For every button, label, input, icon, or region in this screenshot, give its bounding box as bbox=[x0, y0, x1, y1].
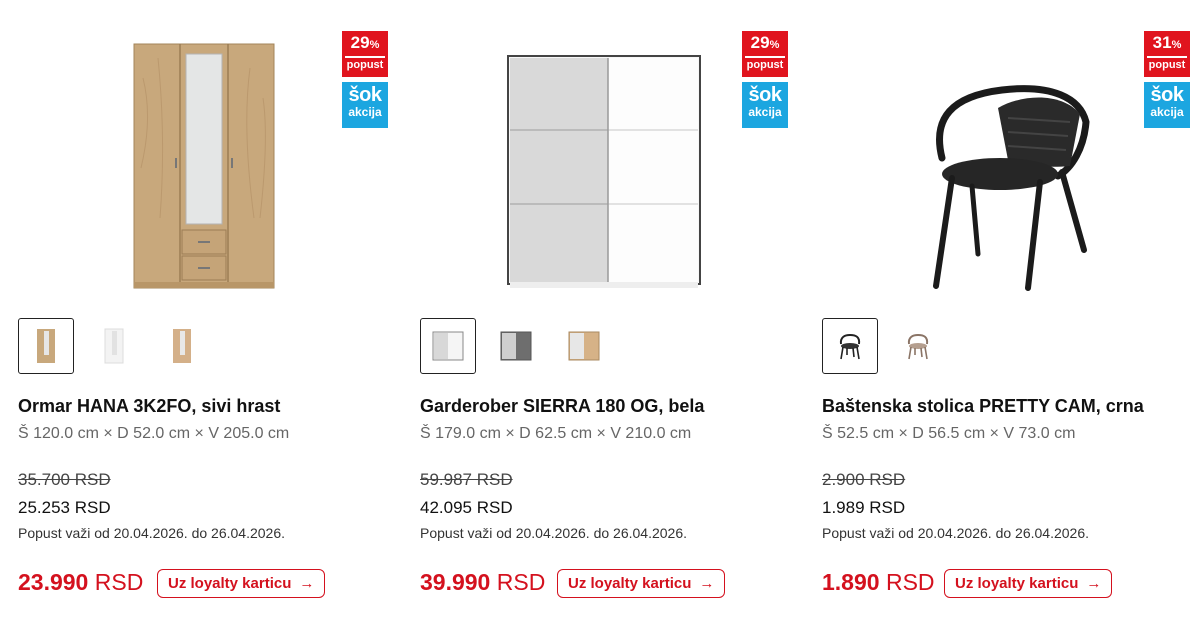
product-title[interactable]: Garderober SIERRA 180 OG, bela bbox=[420, 396, 704, 417]
sok-label: šok bbox=[748, 84, 782, 106]
loyalty-currency: RSD bbox=[94, 569, 144, 595]
garden-chair-icon bbox=[933, 85, 1090, 291]
discount-badge: 29% popust bbox=[742, 31, 788, 77]
loyalty-card-button[interactable]: Uz loyalty karticu → bbox=[944, 569, 1113, 598]
loyalty-currency: RSD bbox=[885, 569, 935, 595]
arrow-right-icon: → bbox=[299, 575, 315, 592]
loyalty-button-label: Uz loyalty karticu bbox=[955, 575, 1079, 592]
loyalty-currency: RSD bbox=[496, 569, 546, 595]
discount-label: popust bbox=[346, 59, 384, 71]
discount-percent: 29 bbox=[750, 33, 770, 52]
loyalty-price: 39.990 RSD bbox=[420, 569, 545, 596]
variant-thumb[interactable] bbox=[154, 318, 210, 374]
wardrobe-icon bbox=[133, 43, 275, 289]
product-card: 31% popust šok akcija Baštenska stolica … bbox=[822, 0, 1197, 617]
variant-thumb[interactable] bbox=[86, 318, 142, 374]
loyalty-card-button[interactable]: Uz loyalty karticu → bbox=[157, 569, 326, 598]
arrow-right-icon: → bbox=[699, 575, 715, 592]
discount-badge: 29% popust bbox=[342, 31, 388, 77]
variant-thumb[interactable] bbox=[822, 318, 878, 374]
discount-label: popust bbox=[746, 59, 784, 71]
old-price: 59.987 RSD bbox=[420, 470, 513, 489]
sok-label: šok bbox=[348, 84, 382, 106]
old-price: 35.700 RSD bbox=[18, 470, 111, 489]
old-price: 2.900 RSD bbox=[822, 470, 906, 489]
percent-sign: % bbox=[769, 39, 780, 51]
variant-thumb[interactable] bbox=[556, 318, 612, 374]
wardrobe-white-icon bbox=[104, 328, 124, 364]
percent-sign: % bbox=[1171, 39, 1182, 51]
product-image-link[interactable]: 29% popust šok akcija bbox=[420, 18, 795, 298]
akcija-label: akcija bbox=[1150, 105, 1184, 119]
product-card: 29% popust šok akcija Garderober SIERRA … bbox=[420, 0, 795, 617]
variant-thumb[interactable] bbox=[890, 318, 946, 374]
discount-label: popust bbox=[1148, 59, 1186, 71]
product-grid: 29% popust šok akcija Ormar HANA 3K2FO, … bbox=[0, 0, 1200, 617]
product-image-link[interactable]: 31% popust šok akcija bbox=[822, 18, 1197, 298]
akcija-label: akcija bbox=[748, 105, 782, 119]
loyalty-price: 1.890 RSD bbox=[822, 569, 935, 596]
discount-validity: Popust važi od 20.04.2026. do 26.04.2026… bbox=[420, 525, 687, 541]
sok-label: šok bbox=[1150, 84, 1184, 106]
current-price: 25.253 RSD bbox=[18, 498, 111, 517]
variant-thumb[interactable] bbox=[18, 318, 74, 374]
discount-percent: 31 bbox=[1152, 33, 1172, 52]
loyalty-price: 23.990 RSD bbox=[18, 569, 143, 596]
variant-thumb[interactable] bbox=[488, 318, 544, 374]
wardrobe-oak-white-icon bbox=[568, 331, 600, 361]
wardrobe-grey-icon bbox=[500, 331, 532, 361]
product-dimensions: Š 179.0 cm × D 62.5 cm × V 210.0 cm bbox=[420, 425, 692, 442]
wardrobe-light-oak-icon bbox=[173, 329, 191, 363]
discount-validity: Popust važi od 20.04.2026. do 26.04.2026… bbox=[18, 525, 285, 541]
color-variants bbox=[18, 318, 210, 374]
discount-validity: Popust važi od 20.04.2026. do 26.04.2026… bbox=[822, 525, 1089, 541]
sliding-wardrobe-icon bbox=[507, 55, 701, 288]
current-price: 42.095 RSD bbox=[420, 498, 513, 517]
loyalty-amount: 1.890 bbox=[822, 569, 880, 595]
akcija-label: akcija bbox=[348, 105, 382, 119]
product-title[interactable]: Baštenska stolica PRETTY CAM, crna bbox=[822, 396, 1144, 417]
color-variants bbox=[420, 318, 612, 374]
product-title[interactable]: Ormar HANA 3K2FO, sivi hrast bbox=[18, 396, 280, 417]
sok-akcija-badge: šok akcija bbox=[742, 82, 788, 128]
wardrobe-white-icon bbox=[432, 331, 464, 361]
sok-akcija-badge: šok akcija bbox=[342, 82, 388, 128]
discount-percent: 29 bbox=[350, 33, 370, 52]
percent-sign: % bbox=[369, 39, 380, 51]
loyalty-card-button[interactable]: Uz loyalty karticu → bbox=[557, 569, 726, 598]
discount-badge: 31% popust bbox=[1144, 31, 1190, 77]
chair-black-icon bbox=[839, 333, 861, 360]
product-dimensions: Š 52.5 cm × D 56.5 cm × V 73.0 cm bbox=[822, 425, 1076, 442]
variant-thumb[interactable] bbox=[420, 318, 476, 374]
loyalty-button-label: Uz loyalty karticu bbox=[568, 575, 692, 592]
product-image-link[interactable]: 29% popust šok akcija bbox=[18, 18, 393, 298]
arrow-right-icon: → bbox=[1086, 575, 1102, 592]
loyalty-amount: 23.990 bbox=[18, 569, 89, 595]
wardrobe-oak-icon bbox=[37, 329, 55, 363]
loyalty-amount: 39.990 bbox=[420, 569, 491, 595]
color-variants bbox=[822, 318, 946, 374]
current-price: 1.989 RSD bbox=[822, 498, 906, 517]
product-dimensions: Š 120.0 cm × D 52.0 cm × V 205.0 cm bbox=[18, 425, 290, 442]
sok-akcija-badge: šok akcija bbox=[1144, 82, 1190, 128]
chair-beige-icon bbox=[907, 333, 929, 360]
loyalty-button-label: Uz loyalty karticu bbox=[168, 575, 292, 592]
product-card: 29% popust šok akcija Ormar HANA 3K2FO, … bbox=[18, 0, 393, 617]
